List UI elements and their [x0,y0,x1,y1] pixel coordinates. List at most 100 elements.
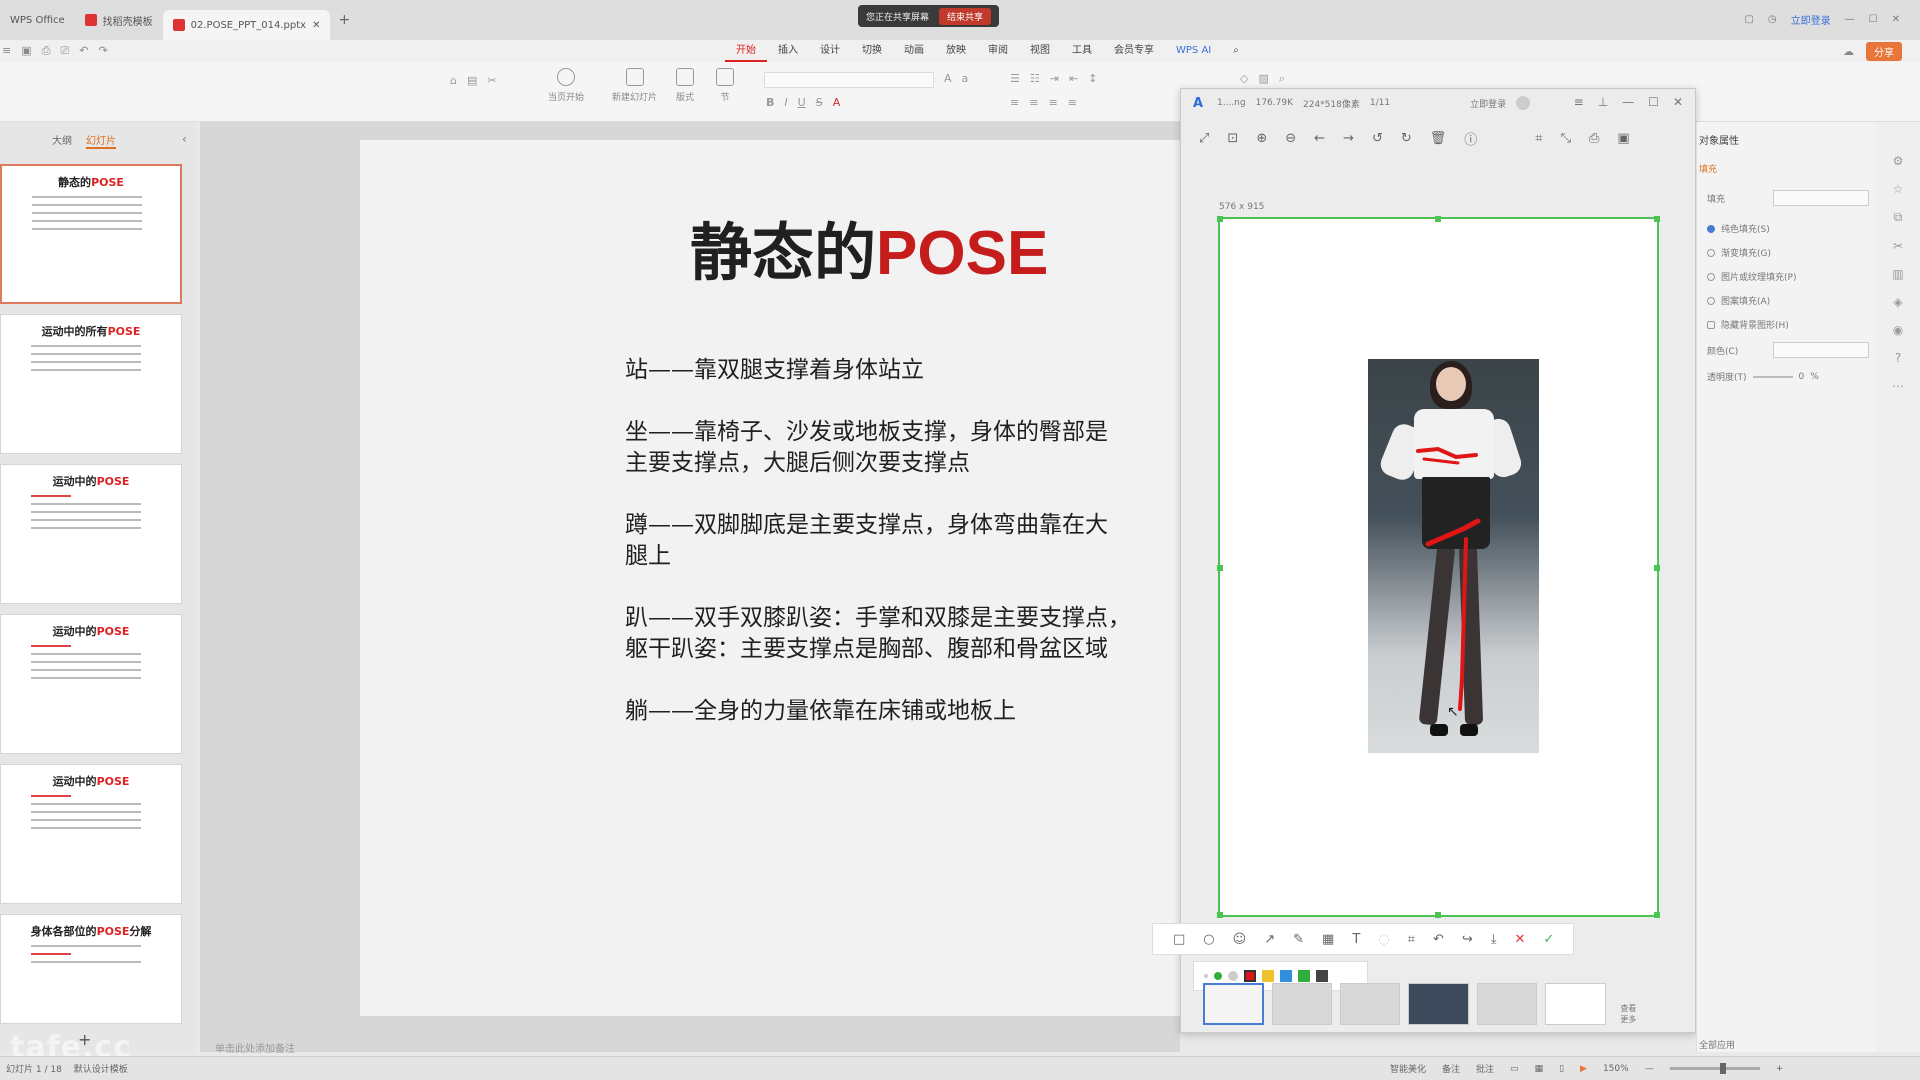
font-name-select[interactable] [764,72,934,88]
bullets-icon[interactable]: ☰ [1010,72,1020,85]
print-icon[interactable]: ⎚ [60,44,69,58]
bold-icon[interactable]: B [766,96,774,109]
ellipse-tool-icon[interactable]: ○ [1203,932,1214,947]
apply-all-button[interactable]: 全部应用 [1699,1038,1735,1051]
radio-picture[interactable] [1707,272,1715,281]
help-icon[interactable]: ? [1895,351,1901,365]
crop-handle-bottom[interactable] [1435,912,1441,918]
app-home-tab[interactable]: WPS Office [0,7,75,33]
crop-handle-tl[interactable] [1217,216,1223,222]
hide-background-checkbox-row[interactable]: 隐藏背景图形(H) [1707,318,1789,331]
tab-animation[interactable]: 动画 [893,40,935,62]
radio-pattern[interactable] [1707,296,1715,305]
picture-icon[interactable]: ▨ [1258,72,1268,86]
find-icon[interactable]: ⌕ [1279,72,1285,86]
share-button[interactable]: 分享 [1866,42,1902,61]
document-tab[interactable]: 02.POSE_PPT_014.pptx ✕ [162,10,331,40]
view-more-link[interactable]: 查看 更多 [1614,1003,1643,1025]
font-color-icon[interactable]: A [833,96,841,109]
slide-thumbnail-5[interactable]: 运动中的POSE [0,764,182,904]
zoom-in-icon[interactable]: ⊕ [1256,131,1267,146]
section-group[interactable]: 节 [716,68,734,103]
mosaic-tool-icon[interactable]: ▦ [1322,932,1334,947]
rectangle-tool-icon[interactable]: □ [1173,932,1185,947]
radio-gradient[interactable] [1707,248,1715,257]
film-thumbnail[interactable] [1271,983,1332,1025]
beautify-button[interactable]: 智能美化 [1390,1062,1426,1075]
fill-option-gradient[interactable]: 渐变填充(G) [1707,246,1771,259]
slide-thumbnail-4[interactable]: 运动中的POSE [0,614,182,754]
fill-option-picture[interactable]: 图片或纹理填充(P) [1707,270,1796,283]
slide-thumbnail-2[interactable]: 运动中的所有POSE [0,314,182,454]
cloud-icon[interactable]: ☁ [1843,45,1854,58]
pen-tool-icon[interactable]: ✎ [1293,932,1304,947]
film-thumbnail[interactable] [1545,983,1606,1025]
template-tab[interactable]: 找稻壳模板 [75,7,163,33]
fill-option-pattern[interactable]: 图案填充(A) [1707,294,1770,307]
collapse-panel-icon[interactable]: ‹ [182,132,187,146]
line-spacing-icon[interactable]: ↕ [1088,72,1097,85]
viewer-pin-icon[interactable]: ⊥ [1598,95,1608,109]
more-icon[interactable]: ⋯ [1892,379,1904,393]
crop-handle-right[interactable] [1654,565,1660,571]
shape-icon[interactable]: ◈ [1893,295,1902,309]
chart-icon[interactable]: ▥ [1892,267,1903,281]
next-icon[interactable]: → [1343,131,1354,146]
layout-group[interactable]: 版式 [676,68,694,103]
crop-icon[interactable]: ⌗ [1535,131,1542,146]
new-slide-group[interactable]: 新建幻灯片 [612,68,657,103]
fullscreen-icon[interactable]: ⤢ [1199,131,1209,146]
numbering-icon[interactable]: ☷ [1030,72,1040,85]
viewer-avatar[interactable] [1516,96,1531,110]
tab-slideshow[interactable]: 放映 [935,40,977,62]
fill-type-select[interactable] [1773,190,1869,206]
slide-thumbnail-6[interactable]: 身体各部位的POSE分解 [0,914,182,1024]
film-thumbnail[interactable] [1203,983,1264,1025]
history-icon[interactable]: ◷ [1768,14,1777,25]
paste-icon[interactable]: ▤ [467,74,477,87]
resize-icon[interactable]: ⤡ [1561,131,1571,146]
film-thumbnail[interactable] [1339,983,1401,1025]
viewer-minimize-icon[interactable]: — [1622,95,1634,109]
viewer-login-link[interactable]: 立即登录 [1470,97,1506,110]
export-icon[interactable]: ⎙ [42,44,51,58]
hide-background-checkbox[interactable] [1707,320,1715,329]
print-image-icon[interactable]: ⎙ [1589,131,1599,146]
template-name[interactable]: 默认设计模板 [74,1062,128,1075]
download-annotation-icon[interactable]: ⤓ [1491,932,1497,947]
tab-transitions[interactable]: 切换 [851,40,893,62]
undo-icon[interactable]: ↶ [79,44,88,58]
info-icon[interactable]: ⓘ [1464,129,1477,148]
close-window-icon[interactable]: ✕ [1892,14,1900,25]
crop-handle-bl[interactable] [1217,912,1223,918]
font-size-down-icon[interactable]: a [962,72,969,88]
slide-body-text[interactable]: 站——靠双腿支撑着身体站立 坐——靠椅子、沙发或地板支撑，身体的臀部是 主要支撑… [625,355,1225,758]
play-from-current-group[interactable]: 当页开始 [548,68,584,103]
play-slideshow-icon[interactable]: ▶ [1580,1064,1587,1074]
menu-icon[interactable]: ≡ [2,44,11,58]
tab-member[interactable]: 会员专享 [1103,40,1165,62]
arrow-tool-icon[interactable]: ↗ [1264,932,1275,947]
justify-icon[interactable]: ≡ [1068,96,1077,109]
normal-view-icon[interactable]: ▭ [1510,1064,1519,1074]
shapes-icon[interactable]: ◇ [1240,72,1248,86]
search-icon[interactable]: ⌕ [1222,40,1250,62]
ocr-tool-icon[interactable]: ⌗ [1408,932,1415,947]
sorter-view-icon[interactable]: ▦ [1535,1064,1544,1074]
outdent-icon[interactable]: ⇤ [1069,72,1078,85]
zoom-out-button[interactable]: — [1645,1064,1654,1074]
tab-insert[interactable]: 插入 [767,40,809,62]
undo-annotation-icon[interactable]: ↶ [1433,932,1444,947]
tab-tools[interactable]: 工具 [1061,40,1103,62]
previous-icon[interactable]: ← [1314,131,1325,146]
save-image-icon[interactable]: ▣ [1617,131,1629,146]
redo-icon[interactable]: ↷ [98,44,107,58]
copy-icon[interactable]: ⧉ [1894,210,1903,225]
cut-icon[interactable]: ✂ [487,74,496,87]
slide-thumbnail-1[interactable]: 静态的POSE [0,164,182,304]
fit-icon[interactable]: ⊡ [1227,131,1238,146]
underline-icon[interactable]: U [798,96,806,109]
viewer-maximize-icon[interactable]: ☐ [1648,95,1659,109]
properties-icon[interactable]: ⚙ [1893,154,1904,168]
viewer-close-icon[interactable]: ✕ [1673,95,1683,109]
